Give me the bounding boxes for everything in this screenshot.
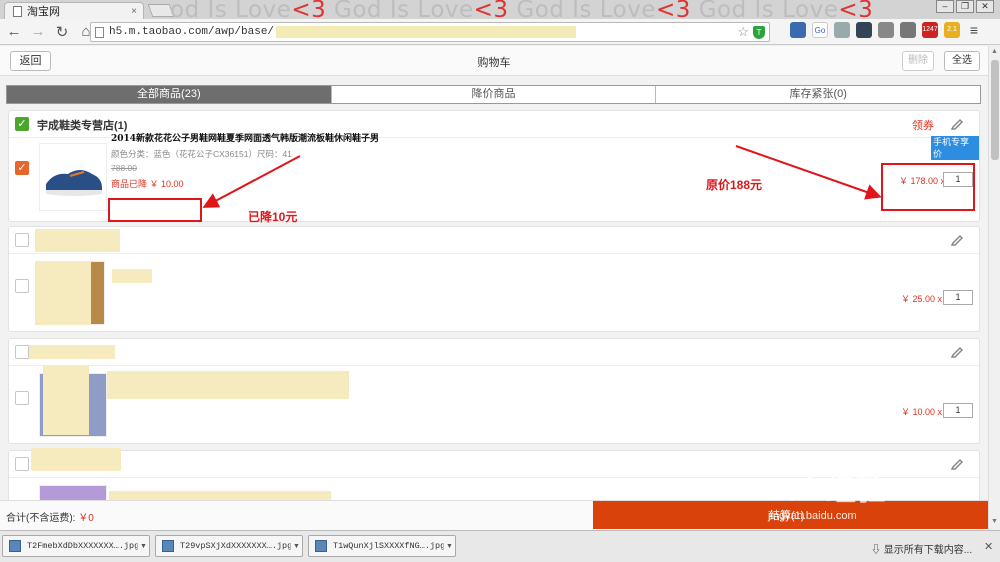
browser-tab-bar: 淘宝网 × od Is Love<3 God Is Love<3 God Is … bbox=[0, 0, 1000, 23]
bookmark-star-icon[interactable]: ☆ bbox=[737, 24, 749, 40]
address-bar[interactable]: h5.m.taobao.com/awp/base/ ☆ T bbox=[90, 22, 770, 42]
forward-arrow-icon[interactable]: → bbox=[28, 23, 48, 40]
extension-google-icon[interactable]: Go bbox=[812, 22, 828, 38]
back-arrow-icon[interactable]: ← bbox=[4, 23, 24, 40]
tab-title: 淘宝网 bbox=[27, 6, 60, 18]
minimize-icon[interactable]: – bbox=[936, 0, 954, 13]
page-scrollbar[interactable]: ▲ ▼ bbox=[988, 46, 1000, 530]
download-item[interactable]: T29vpSXjXdXXXXXXX….jpg ▼ bbox=[155, 535, 303, 557]
scroll-thumb[interactable] bbox=[991, 60, 999, 160]
extension-icons: Go 1247 2.1 ≡ bbox=[790, 22, 982, 38]
restore-icon[interactable]: ❐ bbox=[956, 0, 974, 13]
scroll-up-icon[interactable]: ▲ bbox=[991, 48, 998, 55]
chevron-down-icon[interactable]: ▼ bbox=[137, 542, 149, 550]
close-window-icon[interactable]: ✕ bbox=[976, 0, 994, 13]
arrow-to-price bbox=[735, 145, 882, 200]
menu-icon[interactable]: ≡ bbox=[966, 22, 982, 38]
baidu-watermark-url: jingyan.baidu.com bbox=[768, 510, 857, 522]
chevron-down-icon[interactable]: ▼ bbox=[443, 542, 455, 550]
download-item[interactable]: T1wQunXjlSXXXXfNG….jpg ▼ bbox=[308, 535, 456, 557]
browser-tab[interactable]: 淘宝网 × bbox=[4, 2, 144, 19]
annotation-arrows bbox=[202, 145, 882, 208]
downloads-bar: T2FmebXdDbXXXXXXX….jpg ▼ T29vpSXjXdXXXXX… bbox=[0, 530, 1000, 562]
window-controls: – ❐ ✕ bbox=[936, 0, 994, 13]
close-downloads-icon[interactable]: ✕ bbox=[984, 540, 993, 553]
url-redaction bbox=[276, 26, 577, 38]
extension-tool-icon[interactable] bbox=[900, 22, 916, 38]
cart-page: 返回 购物车 删除 全选 全部商品(23) 降价商品 库存紧张(0) ✓ 宇成鞋… bbox=[0, 46, 988, 530]
show-all-downloads-link[interactable]: ⇩ 显示所有下载内容... bbox=[871, 541, 972, 556]
browser-toolbar: ← → ↻ ⌂ h5.m.taobao.com/awp/base/ ☆ T Go… bbox=[0, 19, 1000, 45]
page-icon bbox=[13, 5, 22, 17]
extension-face-icon[interactable] bbox=[834, 22, 850, 38]
image-file-icon bbox=[162, 540, 174, 552]
scroll-down-icon[interactable]: ▼ bbox=[991, 518, 998, 525]
extension-camera-icon[interactable] bbox=[856, 22, 872, 38]
page-icon bbox=[95, 26, 104, 38]
extension-mouse-icon[interactable] bbox=[878, 22, 894, 38]
image-file-icon bbox=[9, 540, 21, 552]
extension-weather-icon[interactable]: 2.1 bbox=[944, 22, 960, 38]
extension-badge-icon[interactable]: 1247 bbox=[922, 22, 938, 38]
chevron-down-icon[interactable]: ▼ bbox=[290, 542, 302, 550]
total-amount: 合计(不含运费): ￥0 bbox=[6, 513, 94, 524]
baidu-watermark: Bai 经验 bbox=[762, 473, 886, 508]
url-text: h5.m.taobao.com/awp/base/ bbox=[109, 26, 275, 38]
shield-extension-icon[interactable]: T bbox=[753, 25, 765, 39]
arrow-to-price-drop bbox=[202, 155, 301, 208]
image-file-icon bbox=[315, 540, 327, 552]
reload-icon[interactable]: ↻ bbox=[52, 23, 72, 41]
extension-globe-icon[interactable] bbox=[790, 22, 806, 38]
download-item[interactable]: T2FmebXdDbXXXXXXX….jpg ▼ bbox=[2, 535, 150, 557]
close-tab-icon[interactable]: × bbox=[131, 6, 137, 17]
